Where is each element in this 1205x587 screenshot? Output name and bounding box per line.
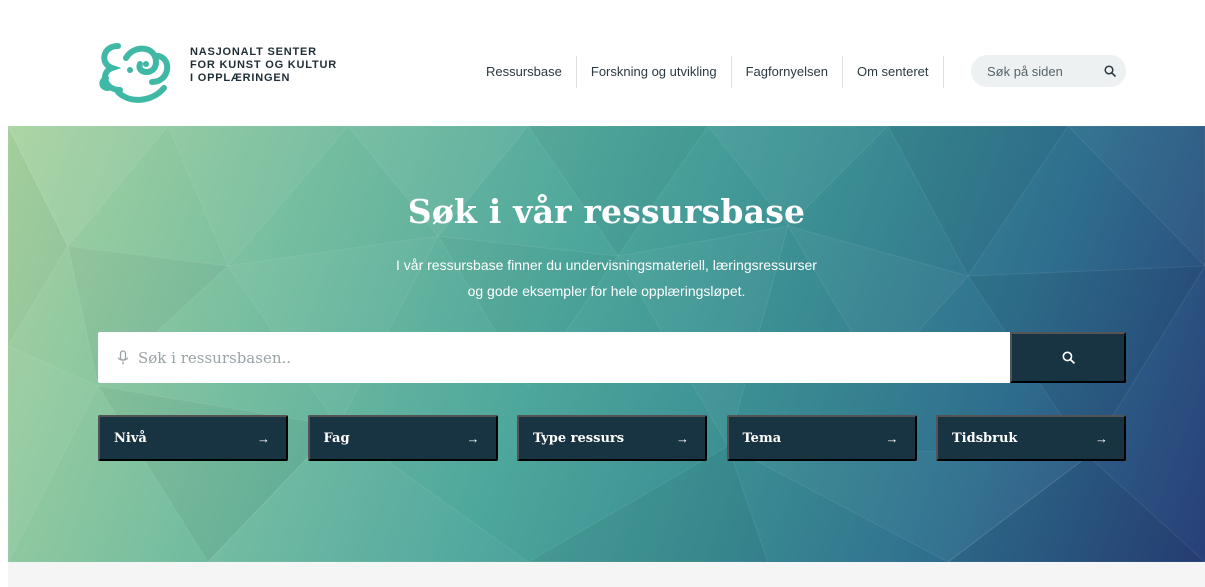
site-header: NASJONALT SENTER FOR KUNST OG KULTUR I O… bbox=[0, 0, 1205, 126]
arrow-right-icon: → bbox=[885, 430, 899, 446]
logo-line: FOR KUNST OG KULTUR bbox=[190, 59, 337, 71]
filter-type-ressurs-button[interactable]: Type ressurs → bbox=[517, 415, 707, 461]
hero-description-line: og gode eksempler for hele opplæringsløp… bbox=[467, 283, 746, 299]
site-search-label: Søk på siden bbox=[987, 63, 1063, 79]
resource-search-bar bbox=[98, 332, 1126, 383]
arrow-right-icon: → bbox=[466, 430, 480, 446]
hero-section: Søk i vår ressursbase I vår ressursbase … bbox=[8, 126, 1205, 562]
filter-label: Nivå bbox=[114, 430, 147, 446]
nav-item-fagfornyelsen[interactable]: Fagfornyelsen bbox=[732, 56, 843, 88]
nav-item-forskning[interactable]: Forskning og utvikling bbox=[577, 56, 732, 88]
filter-label: Fag bbox=[323, 430, 350, 446]
nav-item-om-senteret[interactable]: Om senteret bbox=[843, 56, 944, 88]
filter-niva-button[interactable]: Nivå → bbox=[98, 415, 288, 461]
search-icon bbox=[1094, 55, 1126, 87]
resource-search-field bbox=[98, 332, 1010, 383]
microphone-icon[interactable] bbox=[116, 349, 130, 366]
logo-wordmark: NASJONALT SENTER FOR KUNST OG KULTUR I O… bbox=[190, 46, 337, 85]
arrow-right-icon: → bbox=[676, 430, 689, 446]
hero-title: Søk i vår ressursbase bbox=[407, 192, 806, 231]
arrow-right-icon: → bbox=[1095, 430, 1108, 446]
main-nav: Ressursbase Forskning og utvikling Fagfo… bbox=[472, 56, 944, 88]
resource-search-button[interactable] bbox=[1010, 332, 1126, 383]
filter-label: Tema bbox=[742, 430, 782, 446]
search-icon bbox=[1061, 351, 1075, 364]
filter-label: Tidsbruk bbox=[952, 430, 1018, 446]
filter-tema-button[interactable]: Tema → bbox=[726, 415, 917, 461]
logo-line: NASJONALT SENTER bbox=[190, 46, 317, 58]
logo-line: I OPPLÆRINGEN bbox=[190, 72, 291, 84]
content-area-top bbox=[8, 562, 1205, 587]
resource-search-input[interactable] bbox=[138, 348, 1010, 367]
nav-item-ressursbase[interactable]: Ressursbase bbox=[472, 56, 577, 88]
hero-description-line: I vår ressursbase finner du undervisning… bbox=[396, 257, 817, 273]
filter-tidsbruk-button[interactable]: Tidsbruk → bbox=[936, 415, 1126, 461]
filter-label: Type ressurs bbox=[533, 430, 625, 446]
arrow-right-icon: → bbox=[257, 430, 270, 446]
site-search-button[interactable]: Søk på siden bbox=[971, 55, 1126, 87]
site-logo[interactable] bbox=[96, 38, 176, 106]
filter-fag-button[interactable]: Fag → bbox=[307, 415, 498, 461]
filter-bar: Nivå → Fag → Type ressurs → Tema → Tidsb… bbox=[98, 415, 1126, 461]
kks-face-logo-icon bbox=[99, 43, 170, 103]
hero-description: I vår ressursbase finner du undervisning… bbox=[8, 252, 1205, 304]
